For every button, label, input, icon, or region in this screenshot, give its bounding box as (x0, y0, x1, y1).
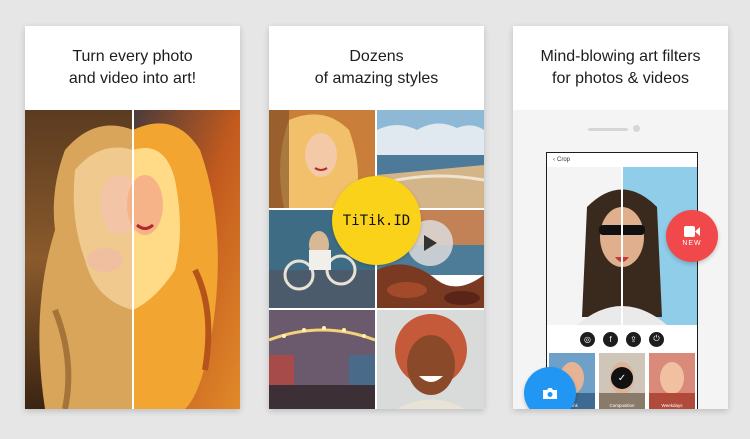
filter-thumb[interactable]: Weekdays (649, 353, 695, 409)
card-heading: Mind-blowing art filters for photos & vi… (513, 26, 728, 110)
crop-label: Crop (557, 157, 571, 163)
filter-preview (649, 362, 695, 409)
filter-label: Weekdays (661, 403, 683, 408)
promo-card-styles: Dozens of amazing styles TiTik.ID (269, 26, 484, 409)
heading-line-2: and video into art! (68, 70, 197, 87)
card-heading: Turn every photo and video into art! (25, 26, 240, 110)
filter-thumb-selected[interactable]: ✓ Composition (599, 353, 645, 409)
heading-line-2: for photos & videos (552, 70, 689, 87)
share-icon-row: ◎ f ⇪ ⏻ (547, 325, 697, 353)
power-icon[interactable]: ⏻ (649, 331, 664, 347)
before-after-photo (25, 110, 240, 409)
style-sample-smile[interactable] (377, 310, 484, 409)
promo-card-art: Turn every photo and video into art! (25, 26, 240, 409)
phone-screen: ‹ Crop ◎ f ⇪ ⏻ ✓ Composition Weekdays (546, 152, 698, 409)
market-thumbnail (269, 310, 375, 409)
new-label: NEW (682, 239, 702, 247)
promo-card-filters: Mind-blowing art filters for photos & vi… (513, 26, 728, 409)
share-icon[interactable]: ⇪ (626, 331, 641, 347)
crop-back-link[interactable]: ‹ Crop (547, 153, 697, 167)
style-sample-market[interactable] (269, 310, 375, 409)
camera-icon (543, 387, 557, 399)
instagram-icon[interactable]: ◎ (580, 331, 595, 347)
heading-line-1: Dozens (349, 48, 404, 65)
phone-mockup: ‹ Crop ◎ f ⇪ ⏻ ✓ Composition Weekdays NE… (513, 110, 728, 409)
card-heading: Dozens of amazing styles (269, 26, 484, 110)
smile-thumbnail (377, 310, 484, 409)
checkmark-icon: ✓ (611, 367, 633, 389)
heading-line-1: Turn every photo (72, 48, 193, 65)
watermark-text: TiTik.ID (342, 212, 411, 229)
new-video-button[interactable]: NEW (666, 210, 718, 262)
phone-camera-dot (633, 125, 640, 132)
play-icon (424, 235, 437, 251)
watermark-badge: TiTik.ID (332, 176, 421, 265)
facebook-icon[interactable]: f (603, 331, 618, 347)
chevron-left-icon: ‹ (553, 157, 555, 163)
compare-divider[interactable] (132, 110, 134, 409)
phone-speaker (588, 128, 628, 131)
heading-line-1: Mind-blowing art filters (540, 48, 701, 65)
heading-line-2: of amazing styles (314, 70, 439, 87)
filter-label: Composition (609, 403, 635, 408)
video-camera-icon (684, 225, 700, 237)
